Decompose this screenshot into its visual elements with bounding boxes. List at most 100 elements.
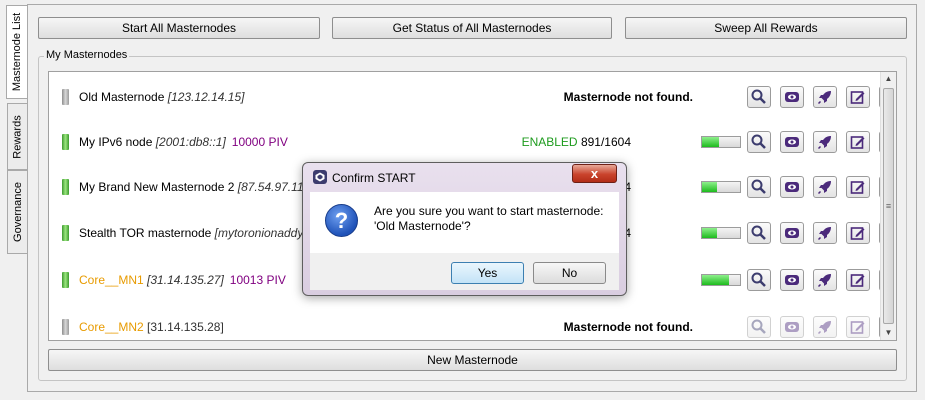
progress-bar: [701, 136, 741, 148]
group-title: My Masternodes: [44, 49, 130, 61]
masternode-status: Masternode not found.: [563, 90, 693, 104]
edit-icon: [850, 136, 865, 149]
edit-icon: [850, 321, 865, 334]
eye-icon: [785, 228, 799, 238]
edit-button[interactable]: [846, 269, 870, 291]
sweep-rewards-button[interactable]: Sweep All Rewards: [625, 17, 907, 39]
info-button[interactable]: [747, 176, 771, 198]
get-status-button[interactable]: Get Status of All Masternodes: [332, 17, 612, 39]
start-button[interactable]: [813, 86, 837, 108]
search-icon: [751, 89, 766, 104]
app-icon: [313, 170, 327, 184]
view-button[interactable]: [780, 222, 804, 244]
dialog-title: Confirm START: [332, 171, 416, 185]
start-button[interactable]: [813, 131, 837, 153]
tab-governance[interactable]: Governance: [7, 170, 28, 254]
progress-bar: [701, 274, 741, 286]
no-button[interactable]: No: [533, 262, 606, 284]
close-icon: x: [590, 166, 599, 181]
status-led-icon: [62, 89, 69, 105]
close-button[interactable]: x: [572, 164, 617, 183]
masternode-status: Masternode not found.: [563, 320, 693, 334]
dialog-body: ? Are you sure you want to start mastern…: [310, 192, 619, 253]
status-led-icon: [62, 134, 69, 150]
rocket-icon: [817, 91, 831, 105]
view-button[interactable]: [780, 131, 804, 153]
info-button[interactable]: [747, 269, 771, 291]
rocket-icon: [817, 274, 831, 288]
edit-button[interactable]: [846, 222, 870, 244]
row-actions: [747, 222, 896, 244]
row-actions: [747, 131, 896, 153]
search-icon: [751, 179, 766, 194]
rocket-icon: [817, 321, 831, 335]
scroll-thumb[interactable]: ≡: [883, 88, 894, 324]
progress-fill: [702, 228, 718, 238]
dialog-message: Are you sure you want to start masternod…: [374, 204, 604, 233]
tab-label: Governance: [11, 182, 24, 242]
progress-fill: [702, 275, 729, 285]
question-icon: ?: [325, 204, 358, 237]
tab-label: Masternode List: [11, 12, 24, 92]
info-button[interactable]: [747, 316, 771, 338]
progress-bar: [701, 181, 741, 193]
yes-button[interactable]: Yes: [451, 262, 524, 284]
scroll-down-icon[interactable]: ▼: [881, 326, 896, 340]
view-button[interactable]: [780, 316, 804, 338]
row-actions: [747, 176, 896, 198]
start-all-button[interactable]: Start All Masternodes: [38, 17, 320, 39]
masternode-name: Old Masternode [123.12.14.15]: [79, 90, 245, 104]
list-scrollbar[interactable]: ▲ ≡ ▼: [880, 72, 896, 340]
scroll-up-icon[interactable]: ▲: [881, 72, 896, 86]
start-button[interactable]: [813, 269, 837, 291]
rocket-icon: [817, 227, 831, 241]
status-led-icon: [62, 179, 69, 195]
row-actions: [747, 269, 896, 291]
rocket-icon: [817, 136, 831, 150]
masternode-row[interactable]: Old Masternode [123.12.14.15] Masternode…: [49, 75, 896, 119]
masternode-name: My IPv6 node [2001:db8::1] 10000 PIV: [79, 135, 288, 149]
edit-button[interactable]: [846, 131, 870, 153]
masternode-name: Stealth TOR masternode [mytoronionaddy.: [79, 226, 306, 240]
edit-button[interactable]: [846, 316, 870, 338]
info-button[interactable]: [747, 222, 771, 244]
eye-icon: [785, 137, 799, 147]
masternode-row[interactable]: My IPv6 node [2001:db8::1] 10000 PIV ENAB…: [49, 120, 896, 164]
row-actions: [747, 316, 896, 338]
tab-rewards[interactable]: Rewards: [7, 103, 28, 170]
edit-button[interactable]: [846, 176, 870, 198]
start-button[interactable]: [813, 316, 837, 338]
status-led-icon: [62, 272, 69, 288]
eye-icon: [785, 92, 799, 102]
edit-icon: [850, 181, 865, 194]
progress-bar: [701, 227, 741, 239]
dialog-footer: Yes No: [310, 253, 619, 290]
tab-masternode-list[interactable]: Masternode List: [6, 5, 28, 99]
search-icon: [751, 272, 766, 287]
rocket-icon: [817, 181, 831, 195]
progress-fill: [702, 182, 718, 192]
masternode-name: My Brand New Masternode 2 [87.54.97.111: [79, 180, 310, 194]
view-button[interactable]: [780, 176, 804, 198]
tab-label: Rewards: [11, 114, 24, 159]
search-icon: [751, 319, 766, 334]
row-actions: [747, 86, 896, 108]
eye-icon: [785, 275, 799, 285]
start-button[interactable]: [813, 176, 837, 198]
progress-fill: [702, 137, 720, 147]
status-led-icon: [62, 225, 69, 241]
search-icon: [751, 134, 766, 149]
info-button[interactable]: [747, 131, 771, 153]
start-button[interactable]: [813, 222, 837, 244]
masternode-row[interactable]: Core__MN2 [31.14.135.28] Masternode not …: [49, 305, 896, 340]
view-button[interactable]: [780, 86, 804, 108]
new-masternode-button[interactable]: New Masternode: [48, 349, 897, 371]
info-button[interactable]: [747, 86, 771, 108]
search-icon: [751, 225, 766, 240]
eye-icon: [785, 182, 799, 192]
edit-icon: [850, 274, 865, 287]
edit-button[interactable]: [846, 86, 870, 108]
edit-icon: [850, 91, 865, 104]
view-button[interactable]: [780, 269, 804, 291]
masternode-name: Core__MN1 [31.14.135.27] 10013 PIV: [79, 273, 286, 287]
